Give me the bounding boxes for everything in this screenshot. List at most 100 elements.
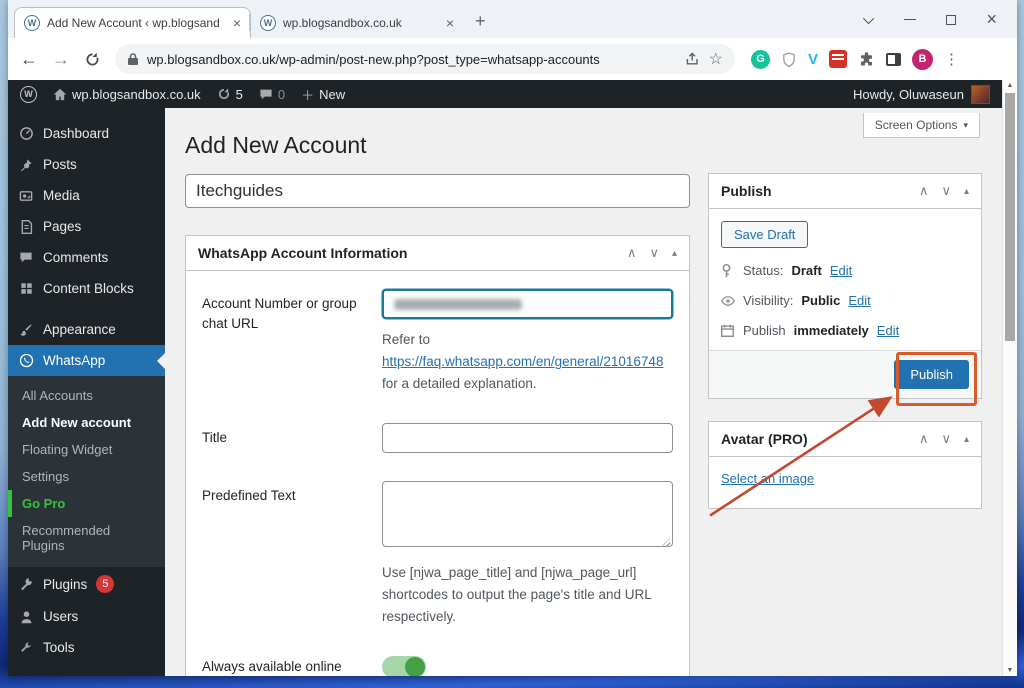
updates-count: 5	[236, 87, 243, 102]
avatar-header[interactable]: Avatar (PRO) ∧ ∨ ▴	[709, 422, 981, 457]
close-tab-icon[interactable]: ×	[233, 16, 241, 30]
address-bar[interactable]: wp.blogsandbox.co.uk/wp-admin/post-new.p…	[115, 44, 735, 74]
red-extension-icon[interactable]	[829, 50, 847, 68]
home-icon	[53, 88, 67, 101]
new-content-menu[interactable]: ＋ New	[301, 85, 345, 104]
site-name-menu[interactable]: wp.blogsandbox.co.uk	[53, 87, 201, 102]
publish-header[interactable]: Publish ∧ ∨ ▴	[709, 174, 981, 209]
page-scrollbar[interactable]: ▲ ▼	[1002, 80, 1017, 676]
sidebar-item-users[interactable]: Users	[8, 601, 165, 632]
bookmark-star-icon[interactable]: ☆	[709, 49, 723, 69]
edit-schedule-link[interactable]: Edit	[877, 323, 899, 338]
submenu-floating-widget[interactable]: Floating Widget	[8, 436, 165, 463]
account-number-input[interactable]	[382, 289, 673, 319]
collapse-toggle-icon[interactable]: ▴	[672, 248, 677, 259]
scroll-down-icon[interactable]: ▼	[1003, 667, 1017, 674]
avatar-title: Avatar (PRO)	[721, 431, 919, 447]
howdy-text: Howdy, Oluwaseun	[853, 87, 964, 102]
whatsapp-account-metabox: WhatsApp Account Information ∧ ∨ ▴ Accou…	[185, 235, 690, 676]
browser-menu-icon[interactable]: ⋮	[944, 50, 959, 68]
submenu-all-accounts[interactable]: All Accounts	[8, 382, 165, 409]
collapse-toggle-icon[interactable]: ▴	[964, 434, 969, 445]
metabox-header[interactable]: WhatsApp Account Information ∧ ∨ ▴	[186, 236, 689, 271]
sidebar-item-pages[interactable]: Pages	[8, 211, 165, 242]
wp-logo-menu[interactable]: W	[20, 86, 37, 103]
post-title-input[interactable]	[185, 174, 690, 208]
comments-menu[interactable]: 0	[259, 87, 285, 102]
move-up-icon[interactable]: ∧	[919, 183, 929, 199]
move-up-icon[interactable]: ∧	[919, 431, 929, 447]
sidebar-item-label: Media	[43, 188, 80, 203]
back-button[interactable]: ←	[20, 49, 38, 70]
extension-icons: G V B ⋮	[751, 49, 959, 70]
screen-options-button[interactable]: Screen Options ▾	[863, 113, 980, 138]
forward-button[interactable]: →	[52, 49, 70, 70]
shield-icon[interactable]	[781, 51, 797, 68]
vimeo-icon[interactable]: V	[808, 51, 818, 68]
submenu-recommended-plugins[interactable]: Recommended Plugins	[8, 517, 165, 559]
sidebar-item-dashboard[interactable]: Dashboard	[8, 118, 165, 149]
sidebar-item-appearance[interactable]: Appearance	[8, 314, 165, 345]
sidebar-item-comments[interactable]: Comments	[8, 242, 165, 273]
eye-icon	[721, 296, 735, 306]
sidebar-item-content-blocks[interactable]: Content Blocks	[8, 273, 165, 304]
whatsapp-icon	[18, 353, 34, 368]
edit-visibility-link[interactable]: Edit	[848, 293, 870, 308]
status-row: Status: Draft Edit	[721, 263, 969, 278]
move-down-icon[interactable]: ∨	[649, 245, 659, 261]
sidebar-item-plugins[interactable]: Plugins 5	[8, 567, 165, 601]
always-available-label: Always available online	[202, 657, 382, 676]
edit-status-link[interactable]: Edit	[830, 263, 852, 278]
sidebar-item-tools[interactable]: Tools	[8, 632, 165, 663]
close-window-button[interactable]: ×	[986, 9, 997, 30]
metabox-title: WhatsApp Account Information	[198, 245, 627, 261]
close-tab-icon[interactable]: ×	[446, 16, 454, 30]
sidebar-separator	[8, 304, 165, 314]
tab-add-new-account[interactable]: W Add New Account ‹ wp.blogsand ×	[14, 7, 251, 38]
minimize-button[interactable]	[904, 19, 916, 21]
sidebar-item-posts[interactable]: Posts	[8, 149, 165, 180]
predefined-text-textarea[interactable]	[382, 481, 673, 547]
move-down-icon[interactable]: ∨	[941, 183, 951, 199]
schedule-label: Publish	[743, 323, 786, 338]
predefined-text-label: Predefined Text	[202, 481, 382, 628]
faq-link[interactable]: https://faq.whatsapp.com/en/general/2101…	[382, 351, 673, 373]
new-tab-button[interactable]: +	[475, 11, 486, 32]
sidebar-item-media[interactable]: Media	[8, 180, 165, 211]
grammarly-icon[interactable]: G	[751, 50, 770, 69]
scrollbar-thumb[interactable]	[1005, 93, 1015, 341]
wordpress-favicon-icon: W	[24, 15, 40, 31]
side-panel-icon[interactable]	[886, 53, 901, 66]
submenu-go-pro[interactable]: Go Pro	[8, 490, 165, 517]
select-image-link[interactable]: Select an image	[721, 471, 814, 486]
move-up-icon[interactable]: ∧	[627, 245, 637, 261]
share-icon[interactable]	[685, 51, 701, 67]
sidebar-item-whatsapp[interactable]: WhatsApp	[8, 345, 165, 376]
scroll-up-icon[interactable]: ▲	[1003, 82, 1017, 89]
tab-search-icon[interactable]	[866, 16, 874, 24]
sidebar-item-label: Dashboard	[43, 126, 109, 141]
tab-blogsandbox[interactable]: W wp.blogsandbox.co.uk ×	[251, 7, 463, 38]
extensions-puzzle-icon[interactable]	[858, 51, 875, 68]
publish-button[interactable]: Publish	[894, 360, 969, 389]
reload-button[interactable]	[84, 51, 101, 68]
collapse-toggle-icon[interactable]: ▴	[964, 186, 969, 197]
submenu-add-new-account[interactable]: Add New account	[8, 409, 165, 436]
paintbrush-icon	[18, 323, 34, 337]
save-draft-button[interactable]: Save Draft	[721, 221, 808, 248]
user-account-menu[interactable]: Howdy, Oluwaseun	[853, 85, 990, 104]
account-number-label: Account Number or group chat URL	[202, 289, 382, 395]
wrench-icon	[18, 641, 34, 655]
account-title-input[interactable]	[382, 423, 673, 453]
submenu-settings[interactable]: Settings	[8, 463, 165, 490]
updates-menu[interactable]: 5	[217, 87, 243, 102]
maximize-button[interactable]	[946, 15, 956, 25]
browser-toolbar: ← → wp.blogsandbox.co.uk/wp-admin/post-n…	[8, 38, 1017, 80]
url-text: wp.blogsandbox.co.uk/wp-admin/post-new.p…	[147, 52, 677, 67]
sidebar-item-label: Comments	[43, 250, 108, 265]
help-suffix: for a detailed explanation.	[382, 373, 673, 395]
profile-avatar[interactable]: B	[912, 49, 933, 70]
move-down-icon[interactable]: ∨	[941, 431, 951, 447]
sidebar-item-label: Pages	[43, 219, 81, 234]
always-available-toggle[interactable]	[382, 656, 426, 676]
